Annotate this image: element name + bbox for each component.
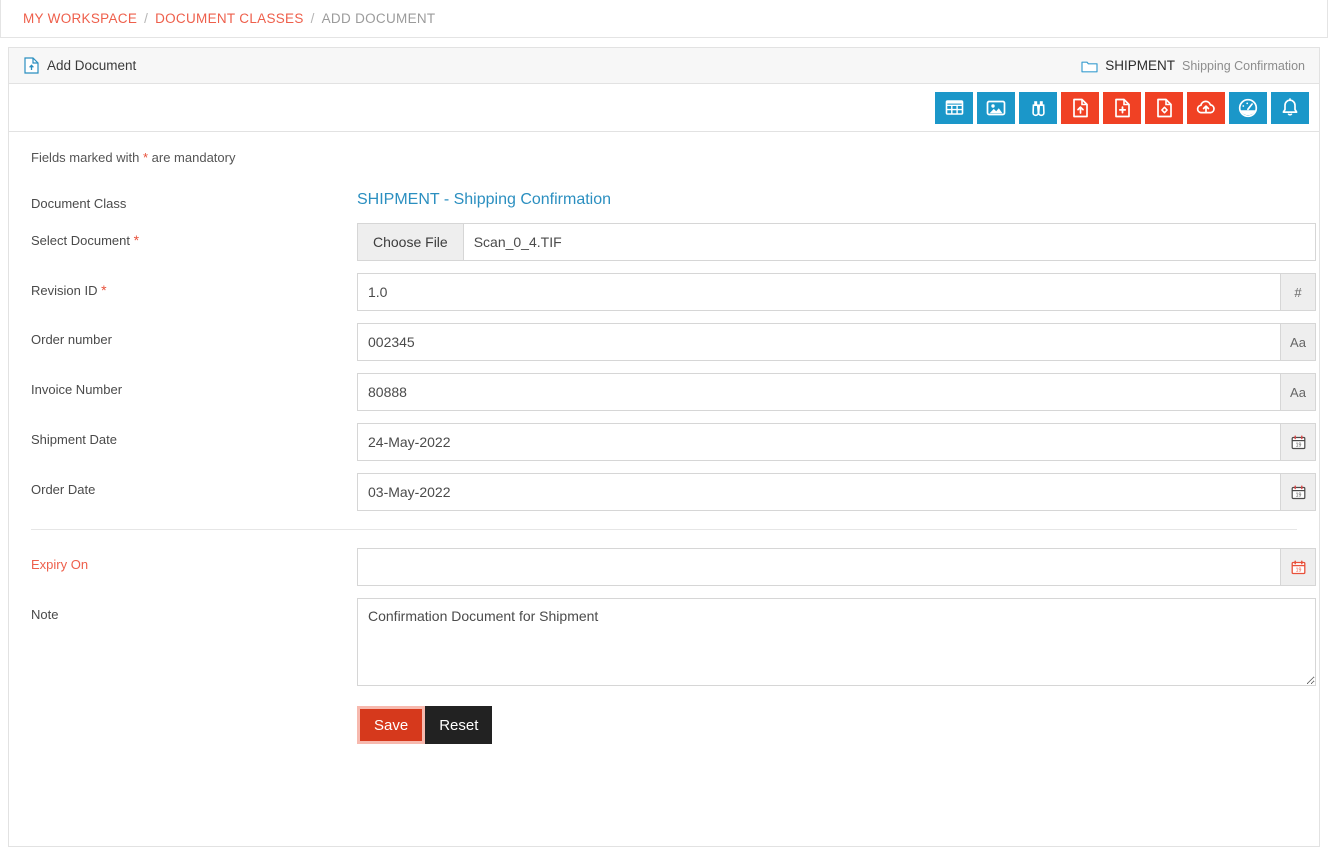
panel-title: Add Document (24, 57, 136, 74)
dashboard-gauge-icon (1238, 98, 1258, 118)
label-document-class: Document Class (31, 187, 357, 211)
search-documents-button[interactable] (1019, 92, 1057, 124)
breadcrumb-item-my-workspace[interactable]: MY WORKSPACE (23, 11, 137, 26)
shipment-date-input[interactable] (357, 423, 1280, 461)
required-star: * (134, 232, 139, 248)
panel-header: Add Document SHIPMENT Shipping Confirmat… (9, 48, 1319, 84)
field-row-select-document: Select Document * Choose File Scan_0_4.T… (31, 223, 1297, 261)
binoculars-icon (1029, 99, 1048, 117)
mandatory-note-text-after: are mandatory (148, 150, 235, 165)
image-icon (986, 99, 1006, 117)
field-row-order-number: Order number Aa (31, 323, 1297, 361)
field-row-document-class: Document Class SHIPMENT - Shipping Confi… (31, 187, 1297, 211)
upload-document-button[interactable] (1061, 92, 1099, 124)
input-group-invoice-number: Aa (357, 373, 1316, 411)
hash-icon[interactable]: # (1280, 273, 1316, 311)
bell-icon (1281, 98, 1299, 118)
label-invoice-number: Invoice Number (31, 373, 357, 397)
field-row-revision-id: Revision ID * # (31, 273, 1297, 311)
add-document-form: Fields marked with * are mandatory Docum… (9, 132, 1319, 744)
order-date-input[interactable] (357, 473, 1280, 511)
notifications-button[interactable] (1271, 92, 1309, 124)
form-actions: Save Reset (31, 706, 1297, 744)
add-document-panel: Add Document SHIPMENT Shipping Confirmat… (8, 47, 1320, 847)
required-star: * (101, 282, 106, 298)
text-type-icon[interactable]: Aa (1280, 323, 1316, 361)
input-group-order-number: Aa (357, 323, 1316, 361)
label-revision-id: Revision ID * (31, 273, 357, 298)
text-type-icon[interactable]: Aa (1280, 373, 1316, 411)
cloud-upload-button[interactable] (1187, 92, 1225, 124)
document-class-badge: SHIPMENT Shipping Confirmation (1081, 58, 1305, 73)
file-picker[interactable]: Choose File Scan_0_4.TIF (357, 223, 1316, 261)
input-group-expiry-on: 19 (357, 548, 1316, 586)
label-order-number: Order number (31, 323, 357, 347)
input-group-order-date: 19 (357, 473, 1316, 511)
svg-text:19: 19 (1295, 492, 1301, 498)
reset-button[interactable]: Reset (425, 706, 492, 744)
svg-text:19: 19 (1295, 442, 1301, 448)
file-add-icon (1114, 98, 1131, 118)
label-shipment-date: Shipment Date (31, 423, 357, 447)
label-order-date: Order Date (31, 473, 357, 497)
label-select-document-text: Select Document (31, 233, 130, 248)
panel-title-label: Add Document (47, 58, 136, 73)
cloud-upload-icon (1195, 99, 1217, 116)
field-row-note: Note (31, 598, 1297, 686)
label-expiry-on: Expiry On (31, 548, 357, 572)
document-class-desc: Shipping Confirmation (1182, 59, 1305, 73)
file-code-icon (1156, 98, 1173, 118)
document-class-code: SHIPMENT (1105, 58, 1175, 73)
field-row-shipment-date: Shipment Date 19 (31, 423, 1297, 461)
save-button[interactable]: Save (357, 706, 425, 744)
grid-view-icon (945, 98, 964, 117)
note-textarea[interactable] (357, 598, 1316, 686)
grid-view-button[interactable] (935, 92, 973, 124)
mandatory-fields-note: Fields marked with * are mandatory (31, 150, 1297, 165)
invoice-number-input[interactable] (357, 373, 1280, 411)
calendar-icon[interactable]: 19 (1280, 473, 1316, 511)
value-document-class: SHIPMENT - Shipping Confirmation (357, 187, 1297, 209)
label-note: Note (31, 598, 357, 622)
add-document-button[interactable] (1103, 92, 1141, 124)
input-group-shipment-date: 19 (357, 423, 1316, 461)
mandatory-note-text-before: Fields marked with (31, 150, 143, 165)
expiry-on-input[interactable] (357, 548, 1280, 586)
dashboard-button[interactable] (1229, 92, 1267, 124)
file-upload-icon (24, 57, 39, 74)
file-upload-icon (1072, 98, 1089, 118)
svg-text:19: 19 (1295, 567, 1301, 573)
field-row-order-date: Order Date 19 (31, 473, 1297, 511)
breadcrumb: MY WORKSPACE / DOCUMENT CLASSES / ADD DO… (0, 0, 1328, 38)
selected-file-name: Scan_0_4.TIF (464, 224, 572, 260)
label-select-document: Select Document * (31, 223, 357, 248)
breadcrumb-item-document-classes[interactable]: DOCUMENT CLASSES (155, 11, 304, 26)
input-group-revision-id: # (357, 273, 1316, 311)
breadcrumb-item-add-document: ADD DOCUMENT (322, 11, 436, 26)
action-toolbar (9, 84, 1319, 132)
revision-id-input[interactable] (357, 273, 1280, 311)
calendar-icon-red[interactable]: 19 (1280, 548, 1316, 586)
label-revision-id-text: Revision ID (31, 283, 97, 298)
field-row-expiry-on: Expiry On 19 (31, 548, 1297, 586)
calendar-icon[interactable]: 19 (1280, 423, 1316, 461)
document-properties-button[interactable] (1145, 92, 1183, 124)
folder-icon (1081, 59, 1098, 73)
order-number-input[interactable] (357, 323, 1280, 361)
breadcrumb-separator: / (311, 11, 315, 26)
form-section-divider (31, 529, 1297, 530)
choose-file-button[interactable]: Choose File (358, 224, 464, 260)
field-row-invoice-number: Invoice Number Aa (31, 373, 1297, 411)
breadcrumb-separator: / (144, 11, 148, 26)
image-view-button[interactable] (977, 92, 1015, 124)
